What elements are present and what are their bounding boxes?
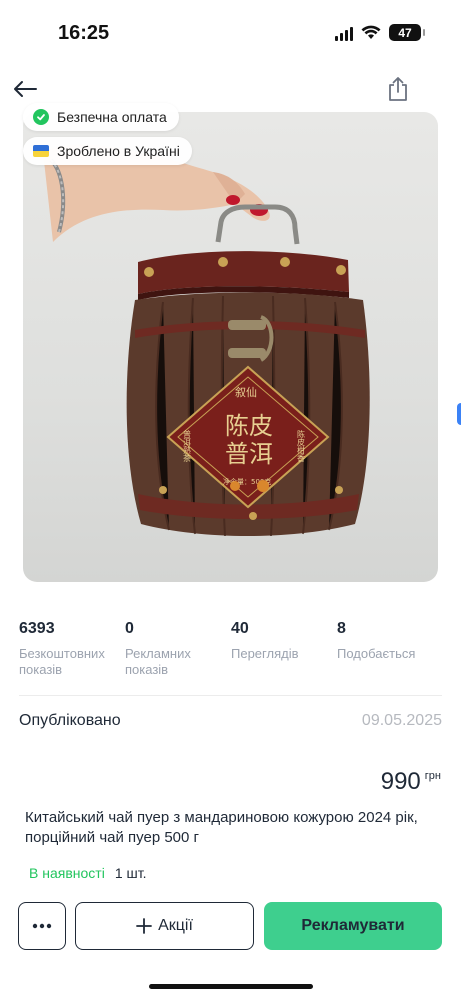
battery-icon: 47	[389, 24, 425, 41]
price: 990 грн	[381, 768, 441, 796]
action-bar: Акції Рекламувати	[18, 902, 442, 950]
secure-payment-badge: Безпечна оплата	[23, 103, 179, 131]
product-photo[interactable]: 叙仙 陈皮 普洱 普洱熟茶 陈皮柑香 净含量：500克	[23, 112, 438, 582]
made-in-ukraine-label: Зроблено в Україні	[57, 143, 180, 159]
stat-likes: 8 Подобається	[337, 620, 443, 678]
svg-text:陈皮: 陈皮	[225, 412, 273, 440]
stat-label: Рекламних показів	[125, 646, 191, 677]
stat-label: Безкоштовних показів	[19, 646, 105, 677]
stat-free-impressions: 6393 Безкоштовних показів	[19, 620, 125, 678]
price-value: 990	[380, 768, 421, 795]
ukraine-flag-icon	[33, 145, 49, 157]
stock-info: В наявності 1 шт.	[29, 865, 146, 881]
published-row: Опубліковано 09.05.2025	[19, 712, 442, 730]
share-icon	[389, 77, 407, 101]
secure-payment-label: Безпечна оплата	[57, 109, 167, 125]
stat-value: 6393	[19, 620, 55, 637]
svg-text:普洱熟茶: 普洱熟茶	[183, 429, 192, 462]
stat-value: 0	[125, 620, 134, 637]
made-in-ukraine-badge: Зроблено в Україні	[23, 137, 192, 165]
share-button[interactable]	[383, 74, 413, 104]
stock-status: В наявності	[29, 865, 105, 881]
stat-value: 8	[337, 620, 346, 637]
cellular-signal-icon	[335, 25, 353, 41]
wifi-icon	[361, 25, 381, 39]
advertise-button[interactable]: Рекламувати	[264, 902, 442, 950]
stock-quantity: 1 шт.	[114, 865, 147, 881]
stat-label: Подобається	[337, 646, 416, 661]
price-currency: грн	[424, 770, 441, 782]
svg-text:普洱: 普洱	[225, 440, 273, 468]
more-options-button[interactable]	[18, 902, 66, 950]
listing-stats: 6393 Безкоштовних показів 0 Рекламних по…	[19, 620, 444, 678]
check-icon	[33, 109, 49, 125]
stat-ad-impressions: 0 Рекламних показів	[125, 620, 231, 678]
advertise-label: Рекламувати	[301, 917, 405, 934]
tea-barrel-image: 叙仙 陈皮 普洱 普洱熟茶 陈皮柑香 净含量：500克	[43, 144, 370, 537]
arrow-left-icon	[14, 81, 37, 97]
stat-label: Переглядів	[231, 646, 299, 661]
status-icons: 47	[335, 24, 425, 41]
back-button[interactable]	[10, 74, 40, 104]
more-dots-icon	[32, 923, 52, 929]
published-date: 09.05.2025	[361, 712, 442, 729]
divider	[19, 695, 442, 696]
listing-title: Китайський чай пуер з мандариновою кожур…	[25, 809, 418, 846]
svg-text:陈皮柑香: 陈皮柑香	[297, 429, 306, 463]
promotions-button[interactable]: Акції	[75, 902, 254, 950]
stat-views: 40 Переглядів	[231, 620, 337, 678]
plus-icon	[136, 918, 152, 934]
battery-level: 47	[398, 25, 412, 40]
promotions-label: Акції	[158, 917, 193, 934]
status-time: 16:25	[58, 22, 110, 44]
stat-value: 40	[231, 620, 249, 637]
home-indicator	[149, 984, 313, 989]
label-logo-text: 叙仙	[235, 385, 257, 399]
published-label: Опубліковано	[19, 712, 121, 729]
status-bar: 16:25 47	[0, 0, 461, 60]
side-indicator	[457, 403, 461, 425]
